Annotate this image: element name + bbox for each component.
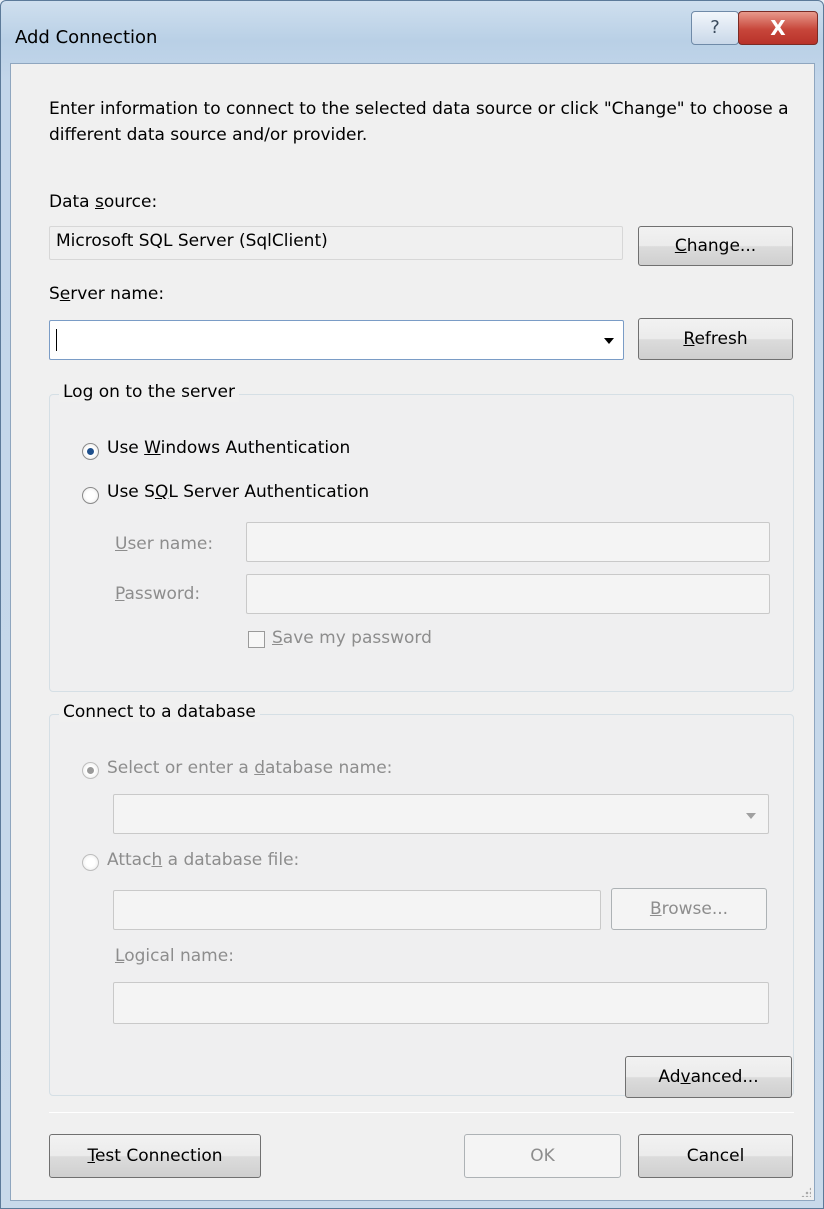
dropdown-arrow-icon[interactable] bbox=[746, 813, 756, 819]
close-icon: X bbox=[770, 16, 786, 40]
server-name-label: Server name: bbox=[49, 284, 165, 304]
logical-name-input[interactable] bbox=[113, 982, 769, 1024]
username-label: User name: bbox=[115, 534, 214, 554]
advanced-button[interactable]: Advanced... bbox=[625, 1056, 792, 1098]
data-source-label: Data source: bbox=[49, 192, 158, 212]
select-database-label[interactable]: Select or enter a database name: bbox=[107, 758, 392, 778]
test-connection-button[interactable]: Test Connection bbox=[49, 1134, 261, 1178]
save-password-label[interactable]: Save my password bbox=[272, 628, 432, 648]
intro-text: Enter information to connect to the sele… bbox=[49, 99, 789, 145]
sql-auth-label[interactable]: Use SQL Server Authentication bbox=[107, 482, 369, 502]
database-group-legend: Connect to a database bbox=[59, 702, 260, 722]
data-source-value: Microsoft SQL Server (SqlClient) bbox=[56, 231, 328, 251]
resize-grip-icon[interactable] bbox=[801, 1187, 811, 1197]
sql-auth-radio[interactable] bbox=[82, 487, 99, 504]
separator bbox=[49, 1112, 794, 1113]
help-icon: ? bbox=[710, 17, 720, 38]
username-input[interactable] bbox=[246, 522, 770, 562]
cancel-button[interactable]: Cancel bbox=[638, 1134, 793, 1178]
change-button[interactable]: Change... bbox=[638, 226, 793, 266]
save-password-checkbox[interactable] bbox=[248, 631, 265, 648]
attach-database-label[interactable]: Attach a database file: bbox=[107, 850, 299, 870]
help-button[interactable]: ? bbox=[691, 11, 739, 45]
dialog-client-area: Enter information to connect to the sele… bbox=[10, 63, 815, 1201]
text-cursor bbox=[56, 329, 57, 351]
database-file-input[interactable] bbox=[113, 890, 601, 930]
logon-group-legend: Log on to the server bbox=[59, 382, 239, 402]
password-input[interactable] bbox=[246, 574, 770, 614]
add-connection-dialog: Add Connection ? X Enter information to … bbox=[0, 0, 824, 1209]
windows-auth-radio[interactable] bbox=[82, 443, 99, 460]
database-name-combobox[interactable] bbox=[113, 794, 769, 834]
attach-database-radio[interactable] bbox=[82, 854, 99, 871]
windows-auth-label[interactable]: Use Windows Authentication bbox=[107, 438, 350, 458]
refresh-button[interactable]: Refresh bbox=[638, 318, 793, 360]
logical-name-label: Logical name: bbox=[115, 946, 234, 966]
password-label: Password: bbox=[115, 584, 201, 604]
window-title: Add Connection bbox=[15, 27, 158, 48]
server-name-combobox[interactable] bbox=[49, 320, 624, 360]
close-button[interactable]: X bbox=[738, 11, 818, 45]
browse-button[interactable]: Browse... bbox=[611, 888, 767, 930]
dropdown-arrow-icon[interactable] bbox=[604, 338, 614, 344]
data-source-field: Microsoft SQL Server (SqlClient) bbox=[49, 226, 623, 260]
select-database-radio[interactable] bbox=[82, 762, 99, 779]
ok-button[interactable]: OK bbox=[464, 1134, 621, 1178]
